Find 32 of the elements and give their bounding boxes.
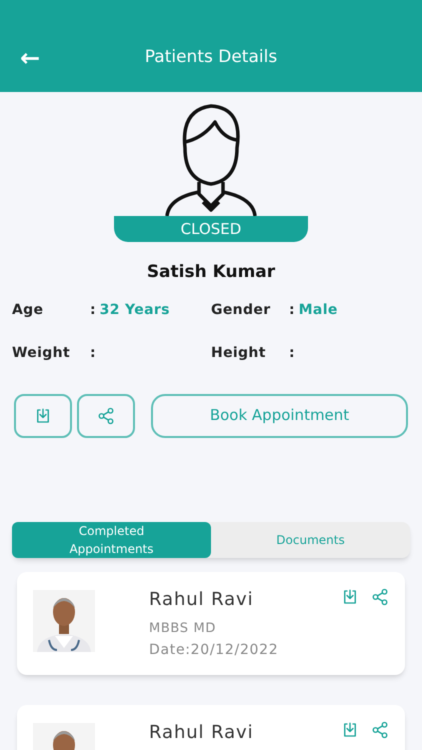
- field-label: Gender: [211, 300, 272, 320]
- status-banner: CLOSED: [114, 216, 308, 242]
- colon: :: [289, 344, 295, 362]
- colon: :: [289, 300, 295, 320]
- share-icon: [97, 406, 115, 424]
- page-title: Patients Details: [144, 46, 278, 70]
- download-icon: [341, 721, 359, 739]
- field-value: 32 Years: [100, 300, 170, 320]
- download-icon: [341, 588, 359, 606]
- book-appointment-button[interactable]: Book Appointment: [151, 394, 408, 438]
- field-label: Height: [211, 344, 267, 362]
- download-icon: [34, 406, 52, 424]
- field-label: Age: [12, 300, 44, 320]
- appointment-date: Date:20/12/2022: [149, 641, 280, 660]
- colon: :: [90, 344, 96, 362]
- field-value: Male: [298, 300, 338, 320]
- patient-name: Satish Kumar: [146, 261, 276, 284]
- download-button[interactable]: [14, 394, 72, 438]
- colon: :: [90, 300, 96, 320]
- tab[interactable]: Completed Appointments: [12, 522, 211, 558]
- doctor-name: Rahul Ravi: [149, 588, 254, 612]
- share-icon: [371, 721, 389, 739]
- share-button[interactable]: [77, 394, 135, 438]
- field-label: Weight: [12, 344, 72, 362]
- doctor-degree: MBBS MD: [149, 620, 217, 638]
- share-icon: [371, 588, 389, 606]
- tab[interactable]: Documents: [211, 522, 410, 558]
- avatar-icon: [163, 102, 259, 216]
- appointment-card[interactable]: Rahul Ravi: [17, 705, 405, 750]
- appointment-card[interactable]: Rahul Ravi MBBS MD Date:20/12/2022: [17, 572, 405, 675]
- doctor-name: Rahul Ravi: [149, 721, 254, 745]
- back-button[interactable]: ←: [20, 46, 60, 70]
